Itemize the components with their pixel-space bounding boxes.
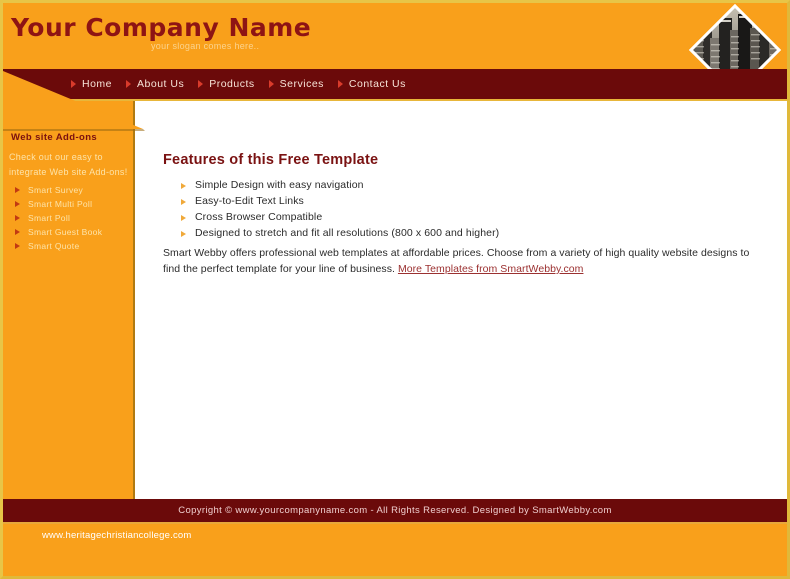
feature-label: Simple Design with easy navigation xyxy=(195,179,364,191)
company-slogan: your slogan comes here.. xyxy=(151,41,260,51)
copyright-text: Copyright © www.yourcompanyname.com - Al… xyxy=(178,505,612,516)
arrow-right-icon xyxy=(15,187,20,193)
nav-label[interactable]: About Us xyxy=(137,78,184,90)
main-navigation: Home About Us Products Services Contact … xyxy=(3,69,787,101)
nav-item-about-us[interactable]: About Us xyxy=(126,69,198,99)
sidebar-item-smart-poll[interactable]: Smart Poll xyxy=(15,211,102,225)
list-item: Designed to stretch and fit all resoluti… xyxy=(181,227,701,239)
sidebar-link-list: Smart Survey Smart Multi Poll Smart Poll… xyxy=(15,183,102,253)
nav-label[interactable]: Contact Us xyxy=(349,78,406,90)
arrow-right-icon xyxy=(15,229,20,235)
sidebar-item-smart-multi-poll[interactable]: Smart Multi Poll xyxy=(15,197,102,211)
sidebar-description: Check out our easy to integrate Web site… xyxy=(9,152,128,177)
page-root: Your Company Name your slogan comes here… xyxy=(0,0,790,579)
site-url-link[interactable]: www.heritagechristiancollege.com xyxy=(42,530,192,541)
sidebar-item-smart-survey[interactable]: Smart Survey xyxy=(15,183,102,197)
content-area: Web site Add-ons Check out our easy to i… xyxy=(3,101,787,499)
list-item: Cross Browser Compatible xyxy=(181,211,701,223)
sidebar-item-smart-guest-book[interactable]: Smart Guest Book xyxy=(15,225,102,239)
arrow-right-icon xyxy=(181,183,186,189)
sidebar-title: Web site Add-ons xyxy=(11,132,98,143)
nav-item-services[interactable]: Services xyxy=(268,69,338,99)
arrow-right-icon xyxy=(15,215,20,221)
main-content: Features of this Free Template Simple De… xyxy=(137,101,787,499)
sidebar-item-label[interactable]: Smart Quote xyxy=(28,241,80,251)
sidebar-item-label[interactable]: Smart Survey xyxy=(28,185,83,195)
company-name: Your Company Name xyxy=(11,13,312,42)
list-item: Easy-to-Edit Text Links xyxy=(181,195,701,207)
nav-item-contact-us[interactable]: Contact Us xyxy=(337,69,420,99)
footer-bar: Copyright © www.yourcompanyname.com - Al… xyxy=(3,499,787,524)
arrow-right-icon xyxy=(71,80,76,88)
arrow-right-icon xyxy=(337,80,343,88)
arrow-right-icon xyxy=(181,231,186,237)
nav-label[interactable]: Home xyxy=(82,78,112,90)
site-header: Your Company Name your slogan comes here… xyxy=(3,3,787,69)
arrow-right-icon xyxy=(181,215,186,221)
feature-label: Cross Browser Compatible xyxy=(195,211,323,223)
feature-label: Designed to stretch and fit all resoluti… xyxy=(195,227,500,239)
arrow-right-icon xyxy=(198,80,204,88)
arrow-right-icon xyxy=(126,80,132,88)
nav-item-home[interactable]: Home xyxy=(71,69,126,99)
feature-label: Easy-to-Edit Text Links xyxy=(195,195,304,207)
sidebar-item-label[interactable]: Smart Guest Book xyxy=(28,227,102,237)
sidebar: Web site Add-ons Check out our easy to i… xyxy=(3,101,135,499)
intro-paragraph: Smart Webby offers professional web temp… xyxy=(163,245,763,277)
arrow-right-icon xyxy=(15,201,20,207)
nav-label[interactable]: Services xyxy=(280,78,324,90)
feature-list: Simple Design with easy navigation Easy-… xyxy=(181,179,701,243)
nav-label[interactable]: Products xyxy=(209,78,254,90)
nav-item-products[interactable]: Products xyxy=(198,69,268,99)
arrow-right-icon xyxy=(268,80,274,88)
arrow-right-icon xyxy=(181,199,186,205)
arrow-right-icon xyxy=(15,243,20,249)
bottom-strip: www.heritagechristiancollege.com xyxy=(3,524,787,576)
sidebar-item-label[interactable]: Smart Poll xyxy=(28,213,70,223)
sidebar-item-label[interactable]: Smart Multi Poll xyxy=(28,199,92,209)
list-item: Simple Design with easy navigation xyxy=(181,179,701,191)
skyscrapers-photo-icon xyxy=(689,4,781,69)
sidebar-item-smart-quote[interactable]: Smart Quote xyxy=(15,239,102,253)
more-templates-link[interactable]: More Templates from SmartWebby.com xyxy=(398,263,584,275)
nav-item-list: Home About Us Products Services Contact … xyxy=(71,69,420,99)
page-title: Features of this Free Template xyxy=(163,152,379,168)
